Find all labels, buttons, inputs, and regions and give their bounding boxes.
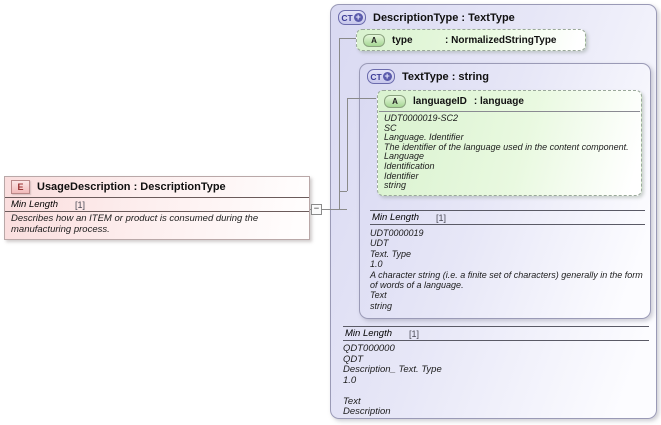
schema-diagram: E UsageDescription : DescriptionType Min… [0, 0, 661, 425]
element-facet-row: Min Length [1] [5, 197, 309, 212]
attribute-type-box[interactable]: A type : NormalizedStringType [356, 29, 586, 51]
connector-spine-inner [347, 98, 348, 191]
texttype-title: TextType : string [402, 70, 489, 83]
element-icon: E [11, 180, 30, 194]
element-documentation: Describes how an ITEM or product is cons… [11, 213, 259, 235]
texttype-documentation: UDT0000019 UDT Text. Type 1.0 A characte… [370, 228, 643, 311]
plus-icon: + [382, 71, 392, 81]
facet-cardinality: [1] [436, 212, 447, 223]
plus-icon: + [353, 12, 363, 22]
connector-stub-type-attribute [339, 38, 356, 39]
collapse-toggle[interactable]: − [311, 204, 322, 215]
element-header: E UsageDescription : DescriptionType [5, 177, 309, 197]
texttype-header: CT + TextType : string [360, 64, 650, 89]
complextype-descriptiontype-box[interactable]: CT + DescriptionType : TextType A type :… [330, 4, 657, 419]
attribute-languageid-name: languageID [413, 95, 467, 107]
descriptiontype-facet-row: Min Length [1] [343, 326, 649, 341]
descriptiontype-documentation: QDT000000 QDT Description_ Text. Type 1.… [343, 343, 442, 417]
complextype-icon: CT + [338, 10, 366, 25]
descriptiontype-title: DescriptionType : TextType [373, 11, 515, 24]
attribute-icon: A [363, 33, 385, 47]
facet-label: Min Length [345, 328, 393, 339]
attribute-languageid-type: : language [473, 95, 524, 107]
connector-spine-outer [339, 38, 340, 209]
facet-label: Min Length [11, 199, 59, 210]
element-usagedescription-box[interactable]: E UsageDescription : DescriptionType Min… [4, 176, 310, 240]
complextype-texttype-box[interactable]: CT + TextType : string A languageID : la… [359, 63, 651, 319]
attribute-languageid-box[interactable]: A languageID : language UDT0000019-SC2 S… [377, 90, 642, 196]
attribute-type-name: type [392, 34, 413, 46]
languageid-header: A languageID : language [378, 91, 641, 111]
connector-jog [339, 191, 347, 192]
attribute-type-type: : NormalizedStringType [445, 34, 557, 46]
connector-stub-languageid-attribute [347, 98, 376, 99]
element-title: UsageDescription : DescriptionType [37, 181, 226, 193]
facet-cardinality: [1] [409, 328, 420, 339]
facet-label: Min Length [372, 212, 420, 223]
descriptiontype-header: CT + DescriptionType : TextType [331, 5, 656, 30]
complextype-icon: CT + [367, 69, 395, 84]
languageid-documentation: UDT0000019-SC2 SC Language. Identifier T… [384, 113, 629, 191]
texttype-facet-row: Min Length [1] [370, 210, 645, 225]
complextype-icon-label: CT [341, 12, 353, 23]
attribute-icon: A [384, 94, 406, 108]
complextype-icon-label: CT [370, 71, 382, 82]
facet-cardinality: [1] [75, 199, 86, 210]
